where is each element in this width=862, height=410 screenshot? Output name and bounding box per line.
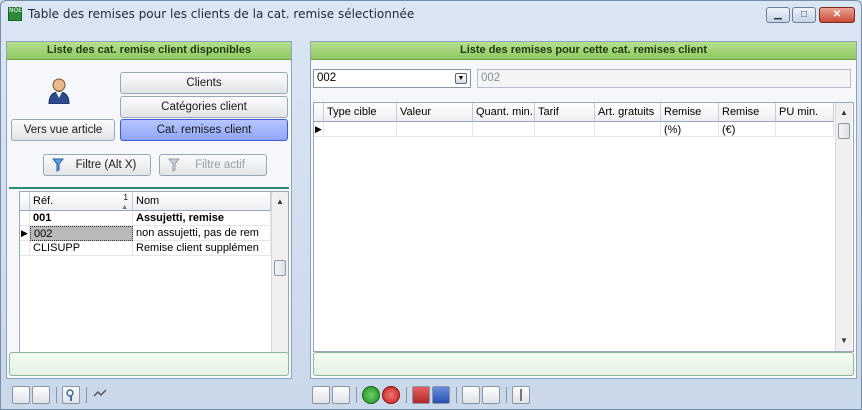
left-panel: Liste des cat. remise client disponibles… <box>6 41 292 379</box>
table-cell[interactable] <box>535 122 595 137</box>
divider <box>9 187 289 189</box>
paste-icon[interactable] <box>482 386 500 404</box>
table-row-nom[interactable]: Assujetti, remise <box>133 211 271 226</box>
categories-client-button[interactable]: Catégories client <box>120 96 288 118</box>
user-avatar-icon <box>48 78 70 104</box>
title-bar[interactable]: NOE Table des remises pour les clients d… <box>1 1 861 27</box>
save-icon[interactable] <box>312 386 330 404</box>
magnifier-icon <box>66 389 74 401</box>
maximize-icon[interactable]: □ <box>792 7 816 23</box>
table-row-ref[interactable]: 001 <box>30 211 133 226</box>
table-row-nom[interactable]: non assujetti, pas de rem <box>133 226 271 241</box>
window-title: Table des remises pour les clients de la… <box>28 7 415 21</box>
current-row-icon: ▶ <box>20 226 30 241</box>
column-header-art-gratuits[interactable]: Art. gratuits <box>595 103 661 122</box>
toolbar-separator <box>86 387 87 403</box>
filter-active-icon <box>168 158 180 172</box>
column-header-nom[interactable]: Nom <box>133 192 271 211</box>
column-header-quant-min[interactable]: Quant. min. <box>473 103 535 122</box>
toolbar-separator <box>456 387 457 403</box>
left-panel-header: Liste des cat. remise client disponibles <box>7 42 291 60</box>
scroll-up-icon[interactable]: ▲ <box>836 105 852 121</box>
table-cell[interactable] <box>397 122 473 137</box>
column-header-tarif[interactable]: Tarif <box>535 103 595 122</box>
column-header-valeur[interactable]: Valeur <box>397 103 473 122</box>
right-panel-header: Liste des remises pour cette cat. remise… <box>311 42 856 60</box>
scroll-thumb[interactable] <box>274 260 286 276</box>
scroll-down-icon[interactable]: ▼ <box>836 333 852 349</box>
current-row-icon: ▶ <box>314 122 324 137</box>
vertical-scrollbar[interactable]: ▲ ▼ <box>835 103 852 351</box>
column-header-remise-pct[interactable]: Remise (%) <box>661 103 719 136</box>
right-status-field <box>313 352 854 376</box>
table-cell[interactable] <box>595 122 661 137</box>
filter-active-button[interactable]: Filtre actif <box>159 154 267 176</box>
cancel-icon[interactable] <box>332 386 350 404</box>
delete-icon[interactable] <box>382 386 400 404</box>
filter-button-label: Filtre (Alt X) <box>75 159 137 171</box>
column-header-pu-min[interactable]: PU min. <box>776 103 834 122</box>
filter-button[interactable]: Filtre (Alt X) <box>43 154 151 176</box>
right-toolbar <box>310 382 857 408</box>
row-indicator <box>20 211 30 226</box>
copy-icon[interactable] <box>462 386 480 404</box>
remises-grid[interactable]: Type cible Valeur Quant. min. Tarif Art.… <box>313 102 854 352</box>
table-cell[interactable] <box>776 122 834 137</box>
table-cell[interactable] <box>473 122 535 137</box>
table-row-nom[interactable]: Remise client supplémen <box>133 241 271 256</box>
row-indicator-header <box>314 103 324 122</box>
left-status-field <box>9 352 289 376</box>
pin-icon[interactable] <box>512 386 530 404</box>
filter-active-label: Filtre actif <box>195 159 245 171</box>
cat-remise-combo[interactable]: 002 ▼ <box>313 69 471 88</box>
toolbar-separator <box>56 387 57 403</box>
app-icon: NOE <box>8 7 22 21</box>
grid-red-icon[interactable] <box>412 386 430 404</box>
link-icon[interactable] <box>92 386 110 404</box>
right-panel: Liste des remises pour cette cat. remise… <box>310 41 857 379</box>
grid-blue-icon[interactable] <box>432 386 450 404</box>
row-indicator-header <box>20 192 30 211</box>
table-row-ref-selected[interactable]: 002 <box>30 226 133 241</box>
toolbar-separator <box>406 387 407 403</box>
close-icon[interactable]: ✕ <box>819 7 855 23</box>
minimize-icon[interactable]: ▁ <box>766 7 790 23</box>
scroll-up-icon[interactable]: ▲ <box>272 194 288 210</box>
search-icon[interactable] <box>62 386 80 404</box>
chevron-down-icon[interactable]: ▼ <box>455 73 467 84</box>
cat-remises-client-button[interactable]: Cat. remises client <box>120 119 288 141</box>
vers-vue-article-button[interactable]: Vers vue article <box>11 119 115 141</box>
paste-icon[interactable] <box>32 386 50 404</box>
table-cell[interactable] <box>324 122 397 137</box>
cat-remise-label-field: 002 <box>477 69 851 88</box>
toolbar-separator <box>506 387 507 403</box>
table-row-ref[interactable]: CLISUPP <box>30 241 133 256</box>
clients-button[interactable]: Clients <box>120 72 288 94</box>
table-cell[interactable] <box>661 122 719 137</box>
table-cell[interactable] <box>719 122 776 137</box>
add-icon[interactable] <box>362 386 380 404</box>
column-header-type-cible[interactable]: Type cible <box>324 103 397 122</box>
row-indicator <box>20 241 30 256</box>
copy-icon[interactable] <box>12 386 30 404</box>
scroll-thumb[interactable] <box>838 123 850 139</box>
filter-icon <box>52 158 64 172</box>
cat-remise-grid[interactable]: Réf. 1 ▲ Nom 001 Assujetti, remise ▶ 002… <box>19 191 289 367</box>
toolbar-separator <box>356 387 357 403</box>
app-window: NOE Table des remises pour les clients d… <box>0 0 862 410</box>
left-toolbar <box>6 382 292 408</box>
column-header-ref[interactable]: Réf. 1 ▲ <box>30 192 133 211</box>
column-header-remise-eur[interactable]: Remise (€) <box>719 103 776 136</box>
vertical-scrollbar[interactable]: ▲ ▼ <box>271 192 288 366</box>
